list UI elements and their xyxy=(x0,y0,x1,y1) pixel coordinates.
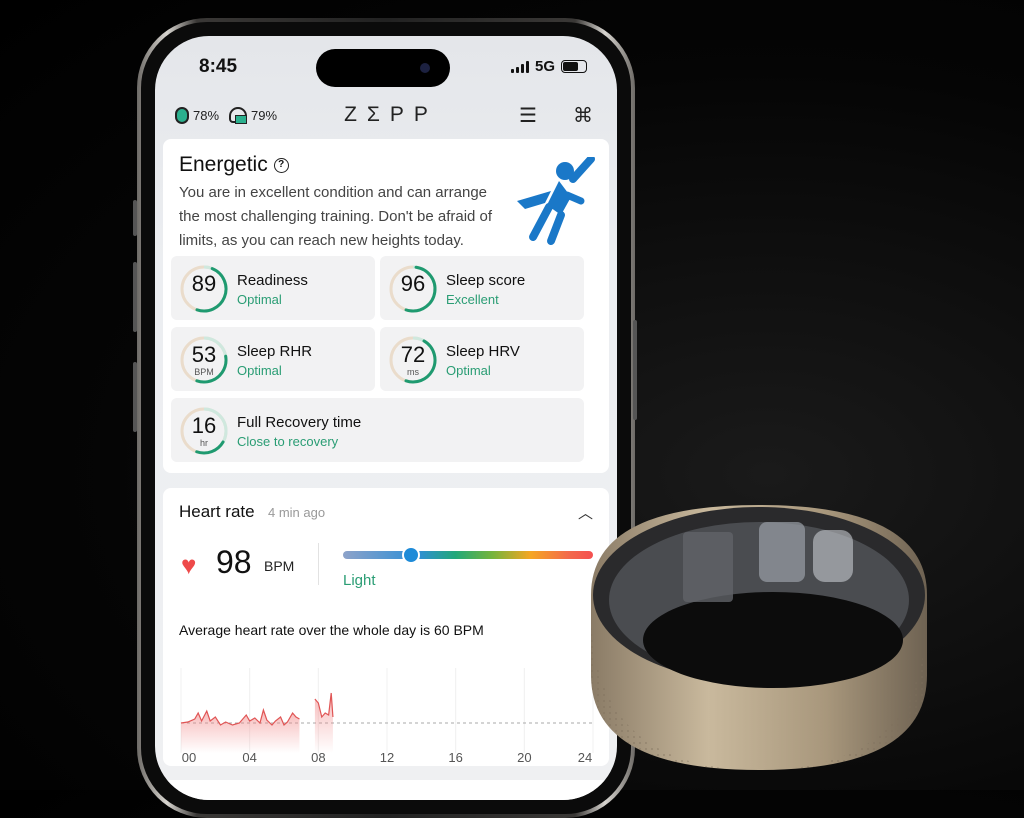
volume-down-button xyxy=(133,362,137,432)
readiness-title: Energetic? xyxy=(179,153,289,177)
metric-status: Optimal xyxy=(446,363,491,378)
state-title: Energetic xyxy=(179,153,268,176)
metric-tile[interactable]: 89 Readiness Optimal xyxy=(171,256,375,320)
average-heart-rate-text: Average heart rate over the whole day is… xyxy=(179,622,484,638)
heart-rate-unit: BPM xyxy=(264,558,295,574)
action-button xyxy=(133,200,137,236)
metric-label: Sleep score xyxy=(446,272,526,289)
metric-label: Full Recovery time xyxy=(237,414,362,431)
metric-tile[interactable]: 96 Sleep score Excellent xyxy=(380,256,584,320)
heart-rate-title: Heart rate xyxy=(179,502,255,521)
divider xyxy=(318,543,319,585)
zone-indicator xyxy=(401,546,420,564)
status-time: 8:45 xyxy=(199,56,238,77)
apps-grid-icon[interactable]: ⌘ xyxy=(573,103,593,128)
network-label: 5G xyxy=(534,58,555,75)
metric-value: 96 xyxy=(400,271,426,296)
app-header: 78% 79% ZΣPP ☰ ⌘ xyxy=(155,100,617,130)
metric-value: 72 xyxy=(400,342,426,367)
x-tick-label: 12 xyxy=(380,750,394,765)
signal-icon xyxy=(510,60,529,73)
phone: 8:45 5G 78% 79% ZΣPP ☰ ⌘ Energetic? You … xyxy=(137,18,635,818)
metric-status: Optimal xyxy=(237,363,282,378)
metric-label: Sleep HRV xyxy=(446,343,520,360)
heart-icon: ♥ xyxy=(181,550,197,580)
dynamic-island xyxy=(316,49,450,87)
help-icon[interactable]: ? xyxy=(273,157,289,173)
metric-value: 53 xyxy=(191,342,217,367)
heart-rate-chart[interactable]: 00 04 08 12 16 20 24 xyxy=(163,648,609,768)
heart-rate-area xyxy=(181,710,300,753)
metric-unit: hr xyxy=(199,438,208,448)
x-tick-label: 00 xyxy=(182,750,196,765)
metric-unit: BPM xyxy=(194,367,214,377)
metric-tile[interactable]: 16 hr Full Recovery time Close to recove… xyxy=(171,398,584,462)
metric-label: Readiness xyxy=(237,272,308,289)
metric-value: 16 xyxy=(191,413,217,438)
volume-up-button xyxy=(133,262,137,332)
metric-status: Excellent xyxy=(446,292,499,307)
smart-ring-image xyxy=(591,505,927,770)
battery-icon xyxy=(561,60,587,73)
metric-tile[interactable]: 53 BPM Sleep RHR Optimal xyxy=(171,327,375,391)
readiness-card: Energetic? You are in excellent conditio… xyxy=(163,139,609,473)
heart-rate-updated: 4 min ago xyxy=(268,505,326,520)
heart-rate-zone: Light xyxy=(343,572,376,589)
phone-bezel: 8:45 5G 78% 79% ZΣPP ☰ ⌘ Energetic? You … xyxy=(141,22,631,814)
superhero-icon xyxy=(517,157,595,245)
power-button xyxy=(633,320,637,420)
sort-icon[interactable]: ☰ xyxy=(519,103,537,128)
zepp-logo: ZΣPP xyxy=(344,103,438,126)
readiness-description: You are in excellent condition and can a… xyxy=(179,184,493,249)
metric-status: Optimal xyxy=(237,292,282,307)
app-screen: 8:45 5G 78% 79% ZΣPP ☰ ⌘ Energetic? You … xyxy=(155,36,617,800)
x-tick-label: 16 xyxy=(448,750,462,765)
metric-label: Sleep RHR xyxy=(237,343,313,360)
heart-rate-value: 98 xyxy=(216,544,252,580)
next-card xyxy=(163,780,609,800)
metric-status: Close to recovery xyxy=(237,434,339,449)
status-indicators: 5G xyxy=(510,58,587,75)
x-tick-label: 20 xyxy=(517,750,531,765)
metric-unit: ms xyxy=(407,367,419,377)
x-tick-label: 08 xyxy=(311,750,325,765)
camera-icon xyxy=(420,63,430,73)
metric-tile[interactable]: 72 ms Sleep HRV Optimal xyxy=(380,327,584,391)
heart-rate-card: Heart rate 4 min ago ︿ ♥ 98 BPM Light Av… xyxy=(163,488,609,766)
heart-rate-zone-scale xyxy=(343,546,593,564)
x-tick-label: 04 xyxy=(242,750,256,765)
metric-value: 89 xyxy=(191,271,217,296)
